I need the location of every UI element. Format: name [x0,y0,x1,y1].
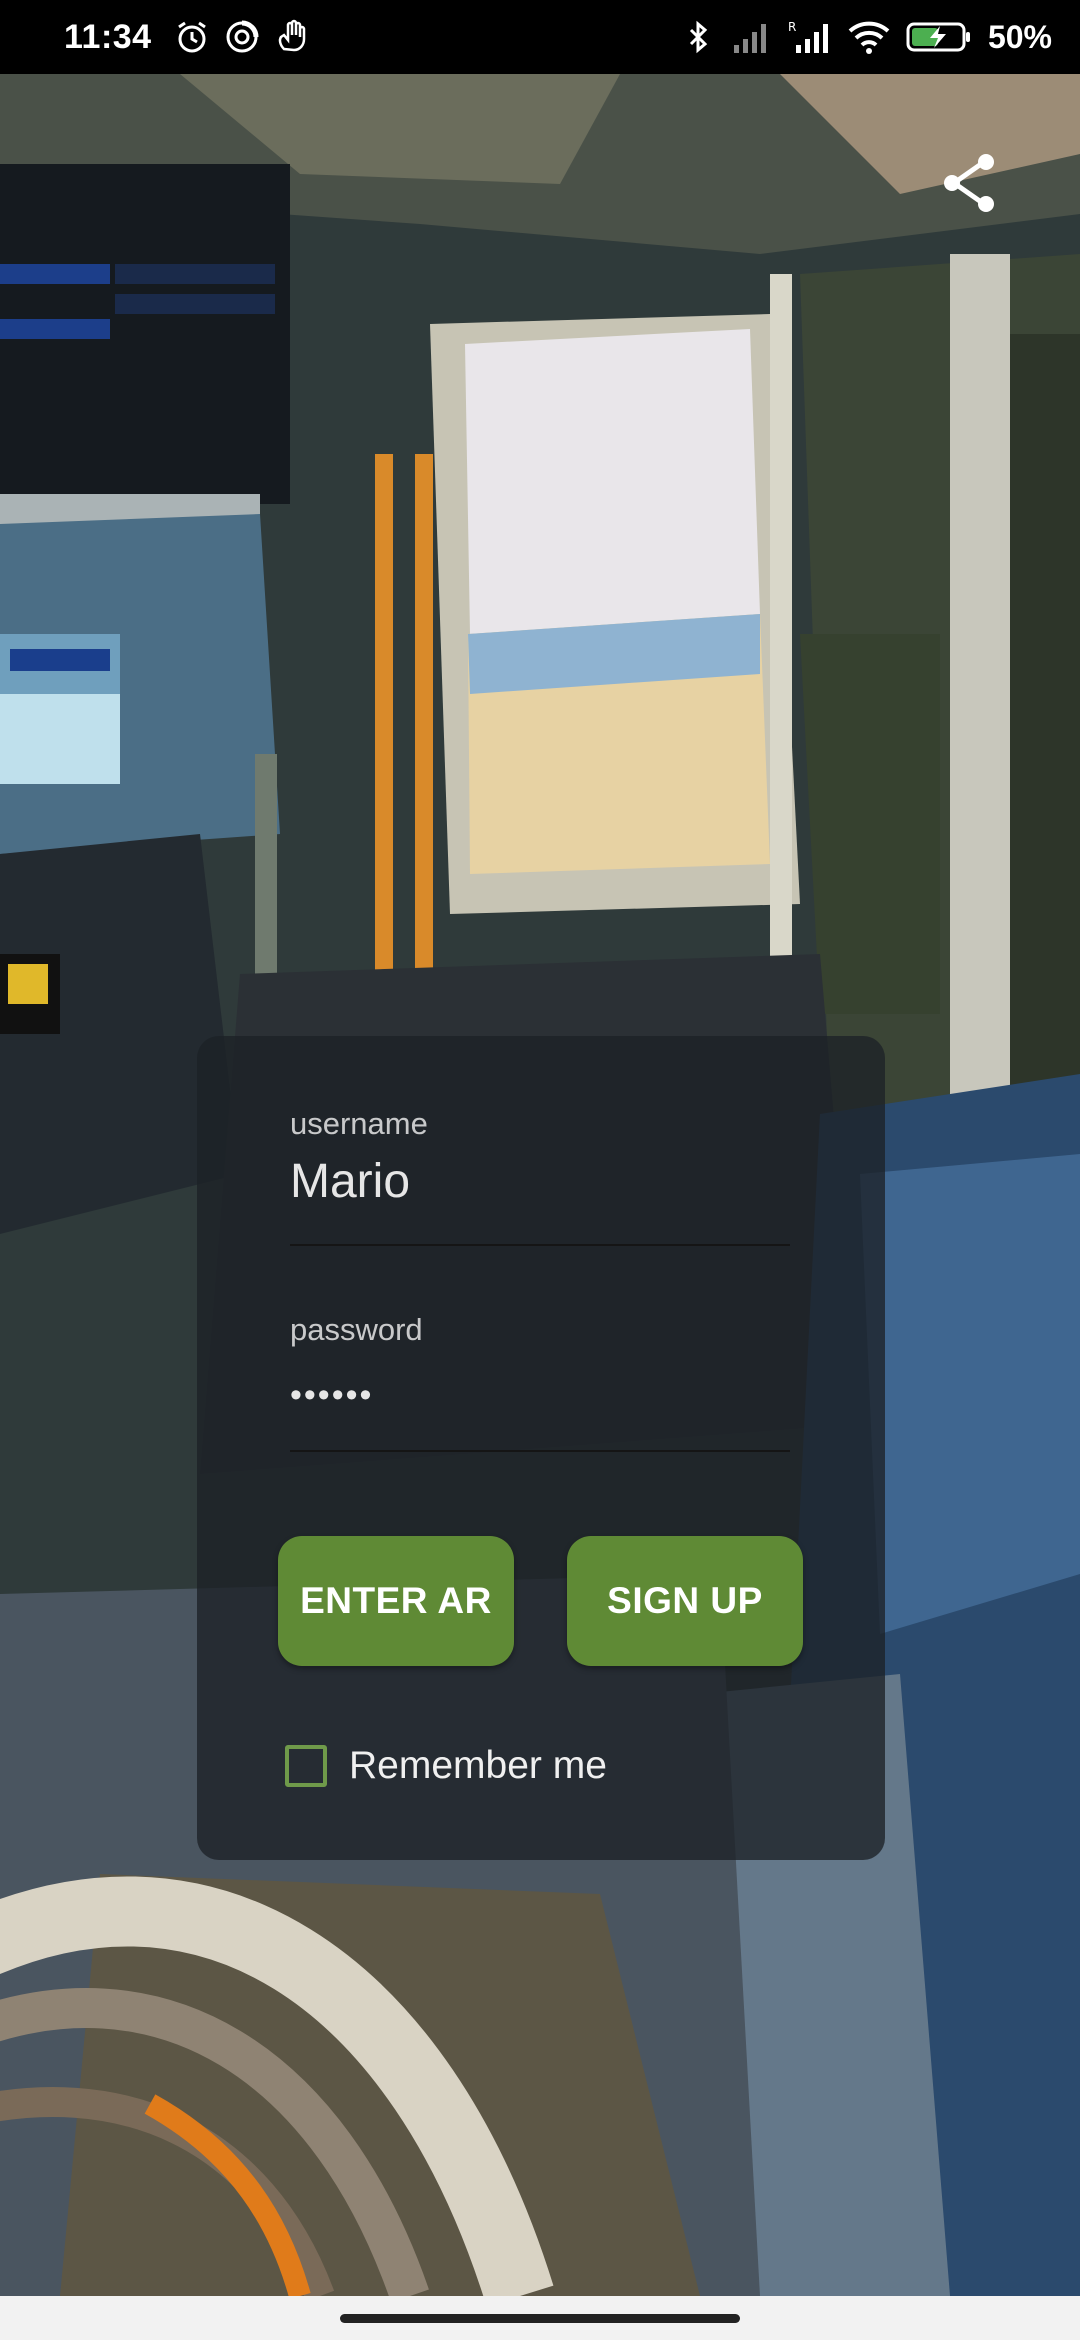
status-left-icons [174,19,310,55]
login-card: username Mario password •••••• ENTER AR … [197,1036,885,1860]
username-underline [290,1244,790,1246]
username-label: username [290,1106,428,1141]
password-label: password [290,1312,423,1347]
bluetooth-icon [680,19,716,55]
status-time: 11:34 [64,17,152,56]
wifi-icon [848,19,890,55]
signal-icon [732,19,772,55]
alarm-icon [174,19,210,55]
signal-roaming-icon: R [788,19,832,55]
dnd-icon [224,19,260,55]
share-icon[interactable] [938,150,1004,216]
enter-ar-button[interactable]: ENTER AR [278,1536,514,1666]
username-input[interactable]: Mario [290,1154,410,1209]
status-bar: 11:34 R 50% [0,0,1080,74]
battery-charging-icon [906,19,972,55]
password-underline [290,1450,790,1452]
battery-percent: 50% [987,18,1052,55]
remember-me-label[interactable]: Remember me [349,1744,607,1788]
navigation-bar [0,2296,1080,2340]
svg-text:R: R [788,20,796,34]
gesture-icon [274,19,310,55]
sign-up-button[interactable]: SIGN UP [567,1536,803,1666]
remember-me-checkbox[interactable] [285,1745,327,1787]
home-gesture-handle[interactable] [340,2314,740,2323]
remember-me-row[interactable]: Remember me [285,1744,607,1788]
status-right-icons: R 50% [680,19,1052,56]
password-input[interactable]: •••••• [290,1376,373,1415]
